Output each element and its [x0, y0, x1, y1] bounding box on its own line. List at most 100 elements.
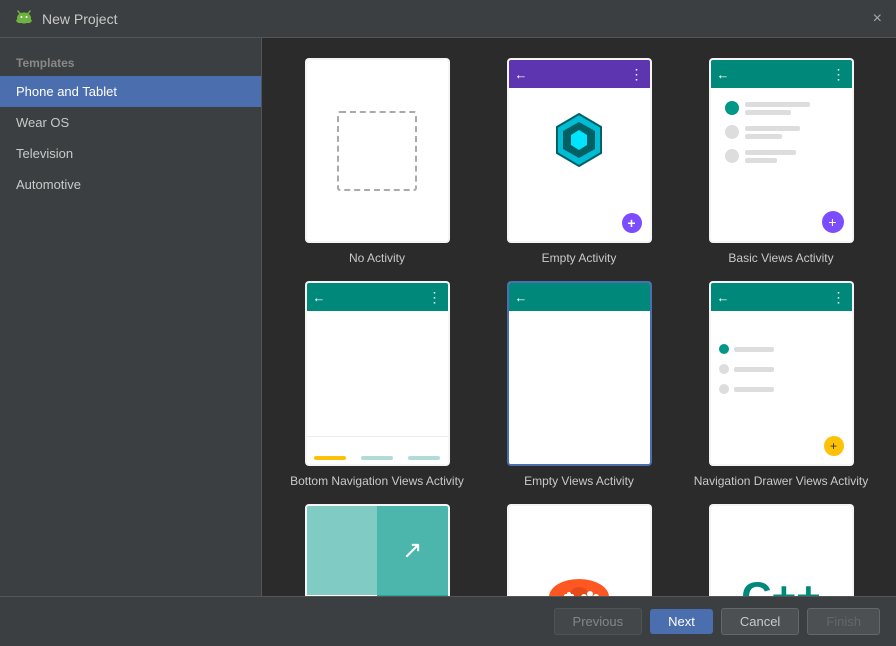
templates-grid: No Activity ← ⋮	[262, 38, 896, 596]
close-button[interactable]: ×	[873, 10, 882, 28]
bottom-nav-header: ← ⋮	[307, 283, 448, 311]
bottom-nav-indicator-3	[408, 456, 440, 460]
android-icon	[14, 9, 34, 29]
template-thumbnail-empty-views: ←	[507, 281, 652, 466]
basic-lines-1	[745, 102, 838, 115]
cpp-mock: C++	[711, 506, 852, 596]
bottom-nav-tab-2	[354, 437, 401, 464]
dashed-rect	[337, 111, 417, 191]
basic-views-fab: +	[822, 211, 844, 233]
template-empty-views[interactable]: ← Empty Views Activity	[488, 281, 670, 488]
drawer-dot-3	[719, 384, 729, 394]
template-responsive-views[interactable]: ↗ Responsive Views Activit	[286, 504, 468, 596]
basic-line-3a	[745, 150, 796, 155]
empty-activity-body: +	[509, 88, 650, 241]
template-nav-drawer[interactable]: ← ⋮	[690, 281, 872, 488]
hexagon-logo-icon	[549, 110, 609, 170]
game-controller-icon	[544, 572, 614, 597]
responsive-mock: ↗	[307, 506, 448, 596]
drawer-panel	[711, 339, 796, 464]
drawer-list-item-3	[711, 379, 796, 399]
template-thumbnail-responsive: ↗	[305, 504, 450, 596]
template-thumbnail-cpp: C++	[709, 504, 854, 596]
resp-cell-bl	[307, 595, 378, 596]
basic-views-header: ← ⋮	[711, 60, 852, 88]
main-content: No Activity ← ⋮	[262, 38, 896, 596]
content-area: Templates Phone and Tablet Wear OS Telev…	[0, 38, 896, 596]
sidebar-item-wear-os[interactable]: Wear OS	[0, 107, 261, 138]
no-activity-content	[307, 60, 448, 241]
sidebar: Templates Phone and Tablet Wear OS Telev…	[0, 38, 262, 596]
template-label-empty-views: Empty Views Activity	[524, 474, 634, 488]
sidebar-item-phone-tablet[interactable]: Phone and Tablet	[0, 76, 261, 107]
template-label-empty-activity: Empty Activity	[542, 251, 617, 265]
template-game-activity[interactable]: Game Activity	[488, 504, 670, 596]
empty-views-mock: ←	[509, 283, 650, 464]
template-thumbnail-bottom-nav: ← ⋮	[305, 281, 450, 466]
nav-drawer-header: ← ⋮	[711, 283, 852, 311]
bottom-nav-mock: ← ⋮	[307, 283, 448, 464]
basic-circle-1	[725, 101, 739, 115]
template-basic-views[interactable]: ← ⋮	[690, 58, 872, 265]
drawer-list-item-1	[711, 339, 796, 359]
bottom-nav-bar	[307, 436, 448, 464]
template-thumbnail-basic-views: ← ⋮	[709, 58, 854, 243]
title-bar-left: New Project	[14, 9, 117, 29]
basic-views-mock: ← ⋮	[711, 60, 852, 241]
nav-drawer-mock: ← ⋮	[711, 283, 852, 464]
game-mock	[509, 506, 650, 596]
template-label-bottom-nav: Bottom Navigation Views Activity	[290, 474, 464, 488]
template-thumbnail-game	[507, 504, 652, 596]
next-button[interactable]: Next	[650, 609, 713, 634]
basic-line-1b	[745, 110, 792, 115]
sidebar-item-television[interactable]: Television	[0, 138, 261, 169]
empty-activity-fab: +	[622, 213, 642, 233]
template-no-activity[interactable]: No Activity	[286, 58, 468, 265]
basic-list-item-3	[717, 144, 846, 168]
resp-cell-br	[377, 595, 448, 596]
bottom-nav-tab-3	[401, 437, 448, 464]
template-label-basic-views: Basic Views Activity	[728, 251, 833, 265]
dialog-title: New Project	[42, 11, 117, 27]
basic-circle-2	[725, 125, 739, 139]
empty-views-body	[509, 311, 650, 464]
cpp-logo-text: C++	[741, 573, 820, 597]
drawer-line-1	[734, 347, 774, 352]
basic-line-1a	[745, 102, 810, 107]
sidebar-item-automotive[interactable]: Automotive	[0, 169, 261, 200]
template-native-cpp[interactable]: C++ Native C++	[690, 504, 872, 596]
template-label-no-activity: No Activity	[349, 251, 405, 265]
basic-lines-2	[745, 126, 838, 139]
template-empty-activity[interactable]: ← ⋮ +	[488, 58, 670, 265]
drawer-line-2	[734, 367, 774, 372]
resp-cell-tr: ↗	[377, 506, 448, 595]
resp-arrow-icon: ↗	[377, 506, 448, 595]
empty-activity-header: ← ⋮	[509, 60, 650, 88]
template-label-nav-drawer: Navigation Drawer Views Activity	[694, 474, 869, 488]
basic-list-item-2	[717, 120, 846, 144]
template-thumbnail-no-activity	[305, 58, 450, 243]
responsive-grid: ↗	[307, 506, 448, 596]
template-thumbnail-empty-activity: ← ⋮ +	[507, 58, 652, 243]
nav-drawer-body: +	[711, 311, 852, 464]
drawer-list-item-2	[711, 359, 796, 379]
footer: Previous Next Cancel Finish	[0, 596, 896, 646]
bottom-nav-indicator-2	[361, 456, 393, 460]
new-project-dialog: New Project × Templates Phone and Tablet…	[0, 0, 896, 646]
bottom-nav-indicator-1	[314, 456, 346, 460]
bottom-nav-tab-1	[307, 437, 354, 464]
basic-line-2a	[745, 126, 801, 131]
basic-views-body: +	[711, 88, 852, 241]
basic-list-item-1	[717, 96, 846, 120]
template-bottom-nav[interactable]: ← ⋮	[286, 281, 468, 488]
basic-lines-3	[745, 150, 838, 163]
cancel-button[interactable]: Cancel	[721, 608, 799, 635]
empty-views-header: ←	[509, 283, 650, 311]
basic-circle-3	[725, 149, 739, 163]
finish-button[interactable]: Finish	[807, 608, 880, 635]
basic-line-2b	[745, 134, 782, 139]
drawer-dot-1	[719, 344, 729, 354]
nav-drawer-fab: +	[824, 436, 844, 456]
bottom-nav-body	[307, 311, 448, 464]
previous-button[interactable]: Previous	[554, 608, 643, 635]
